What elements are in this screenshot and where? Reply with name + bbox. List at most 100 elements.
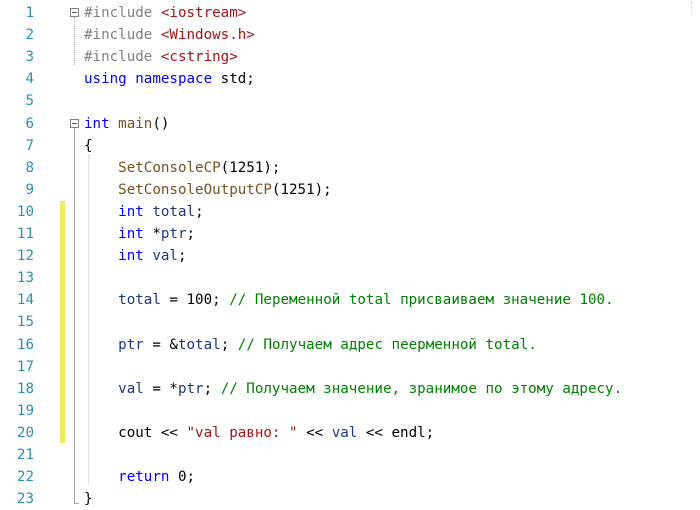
line-number: 14 [16,292,34,309]
code-line[interactable]: 19 [0,400,700,422]
code-token: ; [220,336,238,353]
code-token: SetConsoleCP [118,159,221,176]
code-token: val [118,380,144,397]
code-token: ; [203,380,221,397]
code-text: #include <cstring> [84,46,238,68]
line-number: 19 [16,402,34,419]
line-number: 8 [25,159,34,176]
code-token: using [84,71,127,88]
code-token: = 100; [160,292,230,309]
line-number: 3 [25,49,34,66]
code-token: std; [212,71,255,88]
code-token: main [118,115,153,132]
code-text: #include <iostream> [84,2,246,24]
code-line[interactable]: 17 [0,356,700,378]
line-number: 7 [25,137,34,154]
code-token: ptr [160,226,187,242]
code-line[interactable]: 12 int val; [0,245,700,267]
code-token: int [118,248,144,265]
collapse-icon[interactable] [70,8,79,17]
code-token: SetConsoleOutputCP [118,181,272,198]
collapse-icon[interactable] [70,118,79,128]
code-token: = * [143,380,178,397]
code-line[interactable]: 6 int main() [0,113,700,135]
line-number: 10 [16,203,34,220]
code-line[interactable]: 14 total = 100; // Переменной total прис… [0,289,700,311]
code-line[interactable]: 23} [0,488,700,510]
code-line[interactable]: 2 #include <Windows.h> [0,24,700,46]
code-line[interactable]: 22 return 0; [0,466,700,488]
code-text: cout << "val равно: " << val << endl; [84,422,434,444]
code-token: (1251); [271,181,332,198]
code-token: ; [177,248,187,265]
code-line[interactable]: 7{ [0,135,700,157]
code-line[interactable]: 10 int total; [0,201,700,223]
line-number: 4 [25,71,34,88]
line-number: 11 [16,226,34,242]
line-number: 1 [25,5,34,21]
code-text: int val; [84,245,187,267]
code-token: // Переменной total присваиваем значение… [229,292,614,309]
code-line[interactable]: 13 [0,267,700,289]
code-line[interactable]: 20 cout << "val равно: " << val << endl; [0,422,700,444]
code-text: SetConsoleOutputCP(1251); [84,179,332,201]
code-token: ; [195,203,204,220]
code-editor[interactable]: 1 #include <iostream> 2 #include <Windows.h… [0,0,700,510]
code-token: * [143,226,161,242]
line-number: 6 [25,115,34,132]
code-line[interactable]: 16 ptr = &total; // Получаем адрес пеерм… [0,334,700,356]
line-number: 18 [16,380,34,397]
code-line[interactable]: 15 [0,311,700,333]
code-line[interactable]: 8 SetConsoleCP(1251); [0,157,700,179]
code-line[interactable]: 11 int *ptr; [0,223,700,245]
line-number: 22 [16,469,34,486]
code-token: ptr [177,380,204,397]
code-token: << endl; [357,424,435,441]
code-token: cout << [84,424,187,441]
code-text: total = 100; // Переменной total присваи… [84,289,614,311]
code-text: { [84,135,93,157]
code-text: ptr = &total; // Получаем адрес пеерменн… [84,334,537,356]
code-token: ptr [118,336,144,353]
code-line[interactable]: 3 #include <cstring> [0,46,700,68]
code-line[interactable]: 9 SetConsoleOutputCP(1251); [0,179,700,201]
code-line[interactable]: 4 using namespace std; [0,68,700,90]
code-token: <iostream> [160,5,247,21]
code-token: total [152,203,196,220]
code-token: << [297,424,332,441]
line-number: 13 [16,270,34,287]
line-number: 12 [16,248,34,265]
line-number: 23 [16,491,34,508]
code-token: // Получаем значение, зранимое по этому … [220,380,623,397]
line-number: 2 [25,27,34,44]
code-token: val [152,248,178,265]
code-line[interactable]: 21 [0,444,700,466]
code-token: } [84,491,93,508]
line-number: 15 [16,314,34,331]
line-number: 21 [16,447,34,463]
code-text: } [84,488,93,510]
code-token: int [118,226,144,242]
code-token: total [177,336,221,353]
code-token: () [152,115,170,132]
code-line[interactable]: 1 #include <iostream> [0,2,700,24]
code-token: int [84,115,110,132]
line-number: 20 [16,424,34,441]
code-token: int [118,203,144,220]
code-token: #include [84,5,161,21]
code-line[interactable]: 5 [0,90,700,112]
line-number: 9 [25,181,34,198]
code-token: return [118,469,170,486]
code-text: val = *ptr; // Получаем значение, зраним… [84,378,622,400]
code-text: SetConsoleCP(1251); [84,157,280,179]
code-line[interactable]: 18 val = *ptr; // Получаем значение, зра… [0,378,700,400]
code-text: int total; [84,201,204,223]
